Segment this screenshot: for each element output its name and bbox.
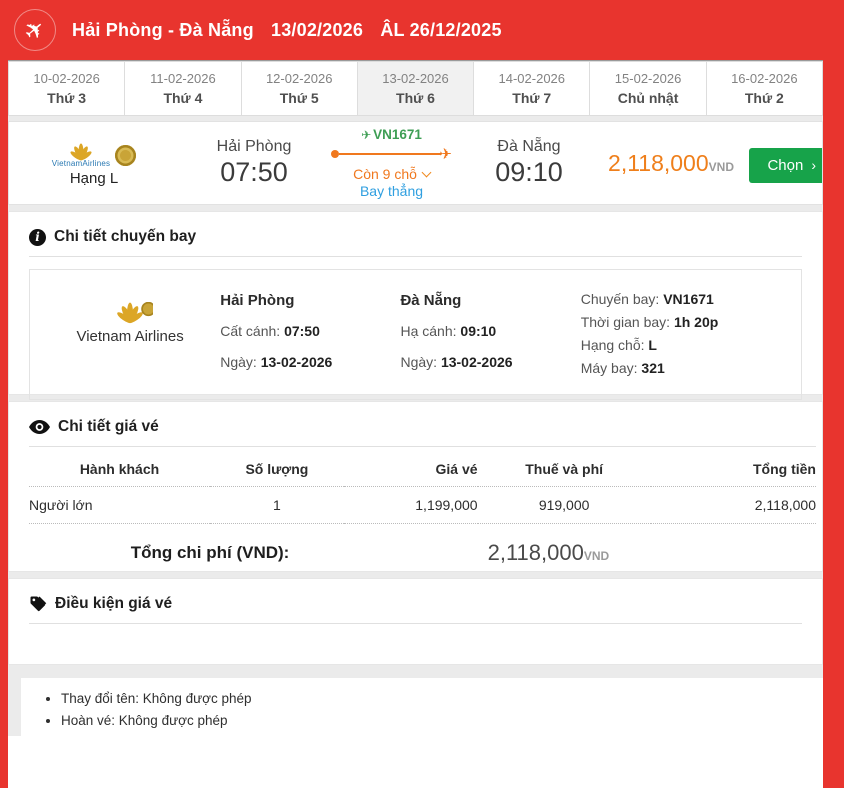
fare-class-label: Hạng L	[9, 170, 179, 187]
quantity: 1	[210, 487, 344, 524]
plane-icon: ✈	[361, 128, 371, 142]
grand-total-row: Tổng chi phí (VND): 2,118,000VND	[29, 524, 816, 572]
content-column: 10-02-2026 Thứ 3 11-02-2026 Thứ 4 12-02-…	[8, 60, 823, 788]
airline-logo-text: VietnamAirlines	[52, 159, 110, 168]
fare-details-section: Chi tiết giá vé Hành khách Số lượng Giá …	[8, 401, 823, 572]
date-tabs: 10-02-2026 Thứ 3 11-02-2026 Thứ 4 12-02-…	[8, 60, 823, 116]
eye-icon	[29, 420, 50, 434]
chevron-down-icon	[421, 167, 431, 177]
chevron-right-icon: ›	[811, 157, 816, 173]
date-tab-6[interactable]: 15-02-2026 Chủ nhật	[590, 61, 706, 116]
tab-date: 14-02-2026	[499, 71, 566, 86]
tax-amount: 919,000	[478, 487, 651, 524]
airplane-logo-icon: ✈	[14, 9, 56, 51]
condition-list: Thay đổi tên: Không được phép Hoàn vé: K…	[43, 688, 823, 732]
header-bar: ✈ Hải Phòng - Đà Nẵng 13/02/2026 ÂL 26/1…	[0, 0, 844, 60]
title-lunar-date: ÂL 26/12/2025	[380, 20, 501, 40]
tags-icon	[29, 595, 47, 613]
vietnam-airlines-logo: VietnamAirlines	[52, 143, 110, 168]
date-tab-7[interactable]: 16-02-2026 Thứ 2	[707, 61, 823, 116]
tab-day: Thứ 2	[745, 90, 784, 106]
col-passenger: Hành khách	[29, 449, 210, 487]
fare-table-row: Người lớn 1 1,199,000 919,000 2,118,000	[29, 487, 816, 524]
conditions-header: Điều kiện giá vé	[29, 595, 802, 624]
tab-day: Thứ 3	[47, 90, 86, 106]
tab-day: Thứ 6	[396, 90, 435, 106]
passenger-type: Người lớn	[29, 487, 210, 524]
route-plane-icon: ✈	[439, 145, 452, 163]
tab-day: Thứ 7	[512, 90, 551, 106]
date-tab-3[interactable]: 12-02-2026 Thứ 5	[242, 61, 358, 116]
condition-notes: Thay đổi tên: Không được phép Hoàn vé: K…	[21, 678, 823, 736]
arrival-details: Đà Nẵng Hạ cánh: 09:10 Ngày: 13-02-2026	[400, 288, 580, 381]
arrival-time: 09:10	[454, 157, 604, 188]
flight-number: ✈VN1671	[329, 127, 454, 142]
title-route: Hải Phòng - Đà Nẵng	[72, 20, 254, 40]
airline-cell: VietnamAirlines Hạng L	[9, 139, 179, 187]
origin-dot-icon	[331, 150, 339, 158]
conditions-title: Điều kiện giá vé	[55, 595, 172, 613]
tab-date: 12-02-2026	[266, 71, 333, 86]
skytrax-medal-icon	[115, 145, 136, 166]
col-fare: Giá vé	[344, 449, 478, 487]
departure-details: Hải Phòng Cất cánh: 07:50 Ngày: 13-02-20…	[220, 288, 400, 381]
flight-details-box: Vietnam Airlines Hải Phòng Cất cánh: 07:…	[29, 269, 802, 400]
departure-time: 07:50	[179, 157, 329, 188]
tab-date: 10-02-2026	[33, 71, 100, 86]
fare-details-title: Chi tiết giá vé	[58, 418, 159, 436]
fare-details-header: Chi tiết giá vé	[29, 418, 816, 447]
condition-item: Hoàn vé: Không được phép	[61, 710, 823, 732]
arrival-cell: Đà Nẵng 09:10	[454, 138, 604, 188]
flight-info-details: Chuyến bay: VN1671 Thời gian bay: 1h 20p…	[581, 288, 791, 381]
skytrax-medal-icon	[142, 303, 153, 316]
tab-day: Thứ 4	[163, 90, 202, 106]
date-tab-5[interactable]: 14-02-2026 Thứ 7	[474, 61, 590, 116]
tab-day: Chủ nhật	[618, 90, 679, 106]
col-total: Tổng tiền	[651, 449, 816, 487]
page: ✈ Hải Phòng - Đà Nẵng 13/02/2026 ÂL 26/1…	[0, 0, 844, 788]
condition-item: Thay đổi tên: Không được phép	[61, 688, 823, 710]
fare-table-header-row: Hành khách Số lượng Giá vé Thuế và phí T…	[29, 449, 816, 487]
tab-day: Thứ 5	[280, 90, 319, 106]
airline-identity: Vietnam Airlines	[40, 288, 220, 381]
info-icon: i	[29, 229, 46, 246]
col-quantity: Số lượng	[210, 449, 344, 487]
date-tab-1[interactable]: 10-02-2026 Thứ 3	[8, 61, 125, 116]
fare-amount: 1,199,000	[344, 487, 478, 524]
departure-city: Hải Phòng	[179, 138, 329, 156]
date-tab-2[interactable]: 11-02-2026 Thứ 4	[125, 61, 241, 116]
price-value: 2,118,000	[608, 150, 709, 176]
flight-details-section: i Chi tiết chuyến bay V	[8, 211, 823, 395]
lotus-icon	[107, 302, 153, 324]
tab-date: 13-02-2026	[382, 71, 449, 86]
price-currency: VND	[709, 160, 734, 174]
arrival-city: Đà Nẵng	[454, 138, 604, 156]
date-tab-4-selected[interactable]: 13-02-2026 Thứ 6	[358, 61, 474, 116]
tab-date: 11-02-2026	[150, 71, 216, 86]
page-title: Hải Phòng - Đà Nẵng 13/02/2026 ÂL 26/12/…	[72, 20, 514, 41]
flight-result-row: VietnamAirlines Hạng L Hải Phòng 07:50 ✈…	[8, 121, 823, 205]
grand-total-value: 2,118,000VND	[391, 540, 706, 566]
flight-details-title: Chi tiết chuyến bay	[54, 228, 196, 246]
route-line: ✈	[331, 145, 452, 163]
flight-details-header: i Chi tiết chuyến bay	[29, 228, 802, 257]
fare-table: Hành khách Số lượng Giá vé Thuế và phí T…	[29, 449, 816, 524]
tab-date: 15-02-2026	[615, 71, 682, 86]
select-flight-button[interactable]: Chọn›	[749, 148, 823, 183]
route-cell: ✈VN1671 ✈ Còn 9 chỗ Bay thẳng	[329, 127, 454, 199]
conditions-section: Điều kiện giá vé	[8, 578, 823, 665]
seats-left-dropdown[interactable]: Còn 9 chỗ	[353, 166, 430, 182]
total-amount: 2,118,000	[651, 487, 816, 524]
departure-cell: Hải Phòng 07:50	[179, 138, 329, 188]
bottom-spacer	[8, 736, 823, 788]
col-tax: Thuế và phí	[478, 449, 651, 487]
direct-flight-label: Bay thẳng	[329, 183, 454, 199]
grand-total-label: Tổng chi phí (VND):	[29, 543, 391, 563]
airline-name: Vietnam Airlines	[40, 324, 220, 349]
title-date: 13/02/2026	[271, 20, 363, 40]
tab-date: 16-02-2026	[731, 71, 798, 86]
